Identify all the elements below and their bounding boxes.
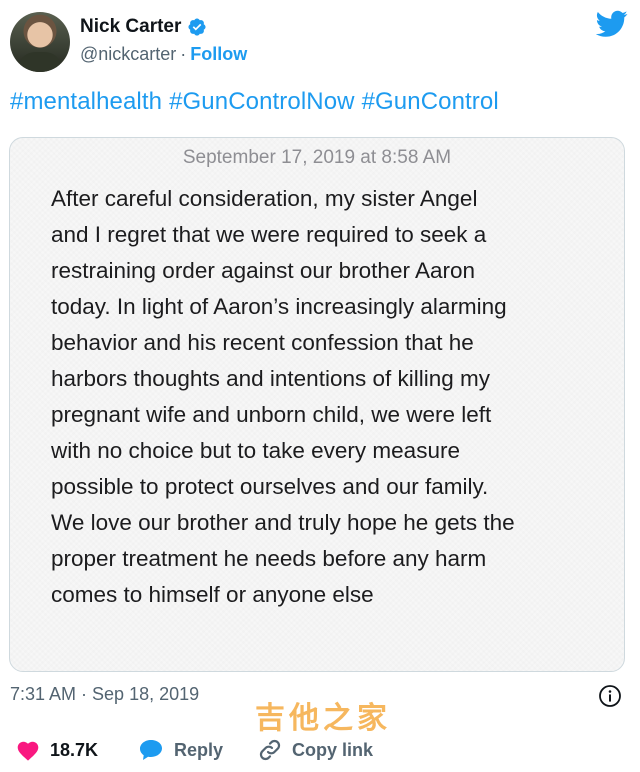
hashtags: #mentalhealth #GunControlNow #GunControl — [10, 88, 499, 116]
verified-badge-icon — [188, 18, 206, 36]
follow-button[interactable]: Follow — [190, 44, 247, 65]
like-count: 18.7K — [50, 739, 99, 760]
info-icon[interactable] — [598, 684, 622, 708]
copy-link-button[interactable]: Copy link — [258, 738, 373, 762]
avatar[interactable] — [10, 12, 70, 72]
tweet-header: Nick Carter @nickcarter · Follow — [10, 10, 630, 74]
handle-row: @nickcarter · Follow — [80, 44, 247, 65]
display-name[interactable]: Nick Carter — [80, 16, 181, 38]
hashtag-link[interactable]: #GunControl — [362, 88, 499, 116]
like-button[interactable]: 18.7K — [16, 739, 98, 761]
separator-dot: · — [180, 44, 187, 64]
note-body: After careful consideration, my sister A… — [51, 186, 515, 607]
svg-text:吉他之家: 吉他之家 — [255, 701, 391, 736]
name-row: Nick Carter — [80, 16, 207, 38]
reply-button[interactable]: Reply — [138, 738, 223, 762]
heart-icon — [17, 741, 39, 761]
hashtag-link[interactable]: #mentalhealth — [10, 88, 162, 116]
link-icon — [259, 739, 281, 761]
hashtag-link[interactable]: #GunControlNow — [169, 88, 355, 116]
reply-label: Reply — [174, 739, 224, 760]
note-date: September 17, 2019 at 8:58 AM — [182, 147, 452, 168]
handle[interactable]: @nickcarter — [80, 44, 176, 65]
note-screenshot-card[interactable]: September 17, 2019 at 8:58 AM After care… — [9, 137, 625, 672]
reply-bubble-icon — [140, 740, 162, 760]
twitter-bird-icon[interactable] — [596, 10, 628, 38]
tweet-timestamp[interactable]: 7:31 AM · Sep 18, 2019 — [10, 684, 199, 705]
copy-link-label: Copy link — [292, 739, 374, 760]
